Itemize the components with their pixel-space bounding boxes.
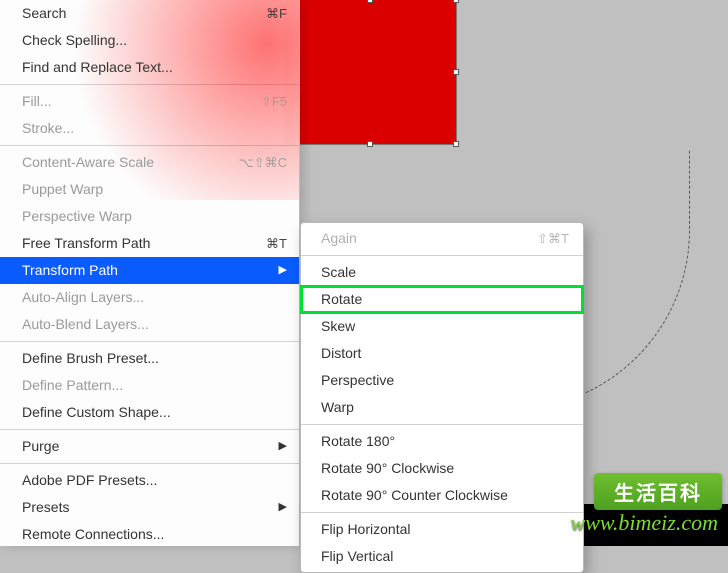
menu-label: Purge — [22, 437, 59, 456]
menu-item-free-transform-path[interactable]: Free Transform Path ⌘T — [0, 230, 299, 257]
menu-shortcut: ⇧⌘T — [537, 229, 569, 248]
menu-label: Perspective Warp — [22, 207, 132, 226]
menu-label: Presets — [22, 498, 69, 517]
menu-label: Fill... — [22, 92, 52, 111]
menu-label: Define Pattern... — [22, 376, 123, 395]
menu-separator — [0, 145, 299, 146]
menu-item-content-aware-scale: Content-Aware Scale ⌥⇧⌘C — [0, 149, 299, 176]
edit-menu: Search ⌘F Check Spelling... Find and Rep… — [0, 0, 300, 546]
menu-item-find-replace[interactable]: Find and Replace Text... — [0, 54, 299, 81]
menu-item-transform-path[interactable]: Transform Path ▶ — [0, 257, 299, 284]
menu-label: Distort — [321, 344, 361, 363]
menu-label: Flip Vertical — [321, 547, 393, 566]
menu-label: Warp — [321, 398, 354, 417]
menu-label: Scale — [321, 263, 356, 282]
menu-shortcut: ⌘F — [266, 4, 287, 23]
transform-path-submenu: Again ⇧⌘T Scale Rotate Skew Distort Pers… — [300, 222, 584, 573]
menu-label: Rotate 90° Clockwise — [321, 459, 454, 478]
menu-item-search[interactable]: Search ⌘F — [0, 0, 299, 27]
menu-label: Puppet Warp — [22, 180, 103, 199]
submenu-arrow-icon: ▶ — [271, 437, 287, 456]
selection-handle[interactable] — [453, 141, 459, 147]
menu-shortcut: ⌘T — [266, 234, 287, 253]
menu-label: Transform Path — [22, 261, 118, 280]
submenu-item-flip-vertical[interactable]: Flip Vertical — [301, 543, 583, 570]
watermark-url: www.bimeiz.com — [571, 510, 718, 536]
menu-label: Again — [321, 229, 357, 248]
menu-item-presets[interactable]: Presets ▶ — [0, 494, 299, 521]
submenu-item-rotate-90-cw[interactable]: Rotate 90° Clockwise — [301, 455, 583, 482]
watermark-badge-text: 生活百科 — [614, 483, 702, 505]
menu-item-puppet-warp: Puppet Warp — [0, 176, 299, 203]
menu-separator — [0, 463, 299, 464]
submenu-item-perspective[interactable]: Perspective — [301, 367, 583, 394]
submenu-item-warp[interactable]: Warp — [301, 394, 583, 421]
submenu-item-skew[interactable]: Skew — [301, 313, 583, 340]
menu-separator — [301, 512, 583, 513]
menu-item-define-pattern: Define Pattern... — [0, 372, 299, 399]
menu-label: Auto-Align Layers... — [22, 288, 144, 307]
menu-shortcut: ⇧F5 — [261, 92, 287, 111]
submenu-item-distort[interactable]: Distort — [301, 340, 583, 367]
menu-separator — [0, 341, 299, 342]
submenu-item-scale[interactable]: Scale — [301, 259, 583, 286]
menu-label: Flip Horizontal — [321, 520, 410, 539]
menu-label: Perspective — [321, 371, 394, 390]
menu-separator — [301, 255, 583, 256]
selection-handle[interactable] — [453, 69, 459, 75]
menu-item-define-brush-preset[interactable]: Define Brush Preset... — [0, 345, 299, 372]
submenu-arrow-icon: ▶ — [271, 261, 287, 280]
menu-separator — [0, 429, 299, 430]
menu-item-fill: Fill... ⇧F5 — [0, 88, 299, 115]
menu-label: Check Spelling... — [22, 31, 127, 50]
submenu-item-rotate[interactable]: Rotate — [301, 286, 583, 313]
menu-shortcut: ⌥⇧⌘C — [239, 153, 287, 172]
selection-handle[interactable] — [453, 0, 459, 3]
menu-label: Remote Connections... — [22, 525, 164, 544]
menu-label: Define Custom Shape... — [22, 403, 171, 422]
menu-label: Adobe PDF Presets... — [22, 471, 157, 490]
menu-label: Skew — [321, 317, 355, 336]
menu-item-check-spelling[interactable]: Check Spelling... — [0, 27, 299, 54]
menu-item-auto-align-layers: Auto-Align Layers... — [0, 284, 299, 311]
menu-label: Rotate — [321, 290, 362, 309]
menu-item-stroke: Stroke... — [0, 115, 299, 142]
submenu-arrow-icon: ▶ — [271, 498, 287, 517]
selection-handle[interactable] — [367, 0, 373, 3]
menu-item-define-custom-shape[interactable]: Define Custom Shape... — [0, 399, 299, 426]
submenu-item-again: Again ⇧⌘T — [301, 225, 583, 252]
submenu-item-rotate-90-ccw[interactable]: Rotate 90° Counter Clockwise — [301, 482, 583, 509]
menu-label: Content-Aware Scale — [22, 153, 154, 172]
menu-label: Rotate 90° Counter Clockwise — [321, 486, 508, 505]
submenu-item-flip-horizontal[interactable]: Flip Horizontal — [301, 516, 583, 543]
menu-item-adobe-pdf-presets[interactable]: Adobe PDF Presets... — [0, 467, 299, 494]
menu-label: Free Transform Path — [22, 234, 150, 253]
menu-label: Rotate 180° — [321, 432, 395, 451]
red-shape-front[interactable] — [284, 0, 456, 144]
menu-label: Find and Replace Text... — [22, 58, 173, 77]
submenu-item-rotate-180[interactable]: Rotate 180° — [301, 428, 583, 455]
menu-item-remote-connections[interactable]: Remote Connections... — [0, 521, 299, 546]
menu-separator — [0, 84, 299, 85]
menu-label: Define Brush Preset... — [22, 349, 159, 368]
menu-label: Stroke... — [22, 119, 74, 138]
menu-item-auto-blend-layers: Auto-Blend Layers... — [0, 311, 299, 338]
menu-label: Search — [22, 4, 66, 23]
watermark-badge: 生活百科 — [594, 473, 722, 510]
menu-item-perspective-warp: Perspective Warp — [0, 203, 299, 230]
menu-separator — [301, 424, 583, 425]
selection-handle[interactable] — [367, 141, 373, 147]
menu-item-purge[interactable]: Purge ▶ — [0, 433, 299, 460]
menu-label: Auto-Blend Layers... — [22, 315, 149, 334]
